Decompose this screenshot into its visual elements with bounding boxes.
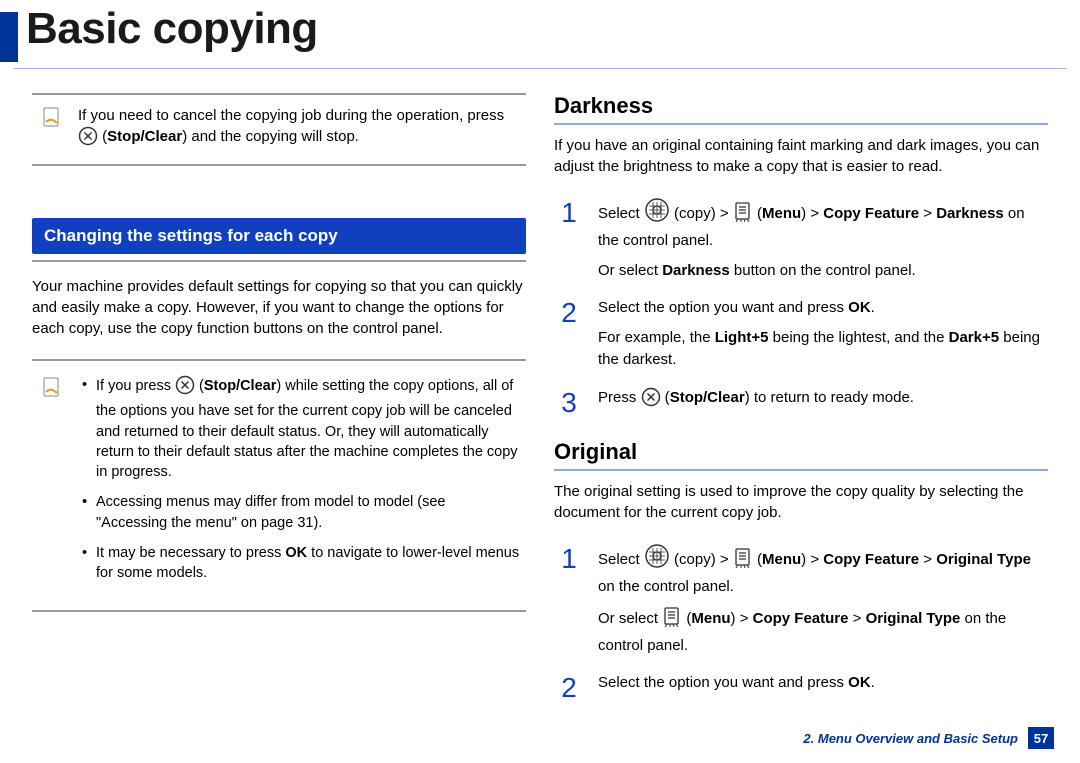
heading-original: Original [554, 439, 1048, 465]
stop-clear-icon [641, 387, 661, 414]
note-bullet-list: If you press (Stop/Clear) while setting … [78, 375, 520, 594]
section-banner-changing-settings: Changing the settings for each copy [32, 218, 526, 254]
banner-divider [32, 260, 526, 262]
footer-page-number: 57 [1028, 727, 1054, 749]
stop-clear-icon [78, 126, 98, 152]
darkness-step-3: 3 Press (Stop/Clear) to return to ready … [554, 387, 1048, 422]
step-body: Select the option you want and press OK. [598, 672, 875, 702]
menu-icon [733, 201, 753, 230]
original-step-2: 2 Select the option you want and press O… [554, 672, 1048, 702]
darkness-step-2: 2 Select the option you want and press O… [554, 297, 1048, 378]
footer-chapter: 2. Menu Overview and Basic Setup [803, 731, 1018, 746]
header: Basic copying [0, 0, 1080, 62]
list-item: It may be necessary to press OK to navig… [78, 543, 520, 584]
menu-icon [733, 547, 753, 576]
right-column: Darkness If you have an original contain… [554, 93, 1048, 710]
menu-icon [662, 606, 682, 635]
note-text: If you need to cancel the copying job du… [78, 105, 520, 152]
stop-clear-icon [175, 375, 195, 401]
page-title: Basic copying [26, 4, 318, 62]
darkness-step-1: 1 Select (copy) > (Menu) > Copy Feature … [554, 197, 1048, 289]
left-column: If you need to cancel the copying job du… [32, 93, 526, 710]
step-body: Select the option you want and press OK.… [598, 297, 1048, 378]
heading-divider [554, 123, 1048, 125]
step-number: 2 [554, 297, 584, 327]
copy-icon [644, 543, 670, 576]
step-number: 3 [554, 387, 584, 417]
intro-paragraph: Your machine provides default settings f… [32, 276, 526, 339]
note-cancel-copy: If you need to cancel the copying job du… [32, 93, 526, 166]
note-settings-info: If you press (Stop/Clear) while setting … [32, 359, 526, 612]
copy-icon [644, 197, 670, 230]
original-step-1: 1 Select (copy) > (Menu) > Copy Feature … [554, 543, 1048, 664]
note-icon [38, 105, 66, 129]
step-number: 1 [554, 197, 584, 227]
step-body: Select (copy) > (Menu) > Copy Feature > … [598, 197, 1048, 289]
heading-divider [554, 469, 1048, 471]
step-number: 1 [554, 543, 584, 573]
note-icon [38, 375, 66, 399]
darkness-intro: If you have an original containing faint… [554, 135, 1048, 177]
step-body: Select (copy) > (Menu) > Copy Feature > … [598, 543, 1048, 664]
list-item: If you press (Stop/Clear) while setting … [78, 375, 520, 482]
header-accent [0, 12, 18, 62]
heading-darkness: Darkness [554, 93, 1048, 119]
step-body: Press (Stop/Clear) to return to ready mo… [598, 387, 914, 422]
original-intro: The original setting is used to improve … [554, 481, 1048, 523]
step-number: 2 [554, 672, 584, 702]
list-item: Accessing menus may differ from model to… [78, 492, 520, 533]
footer: 2. Menu Overview and Basic Setup 57 [803, 727, 1054, 749]
